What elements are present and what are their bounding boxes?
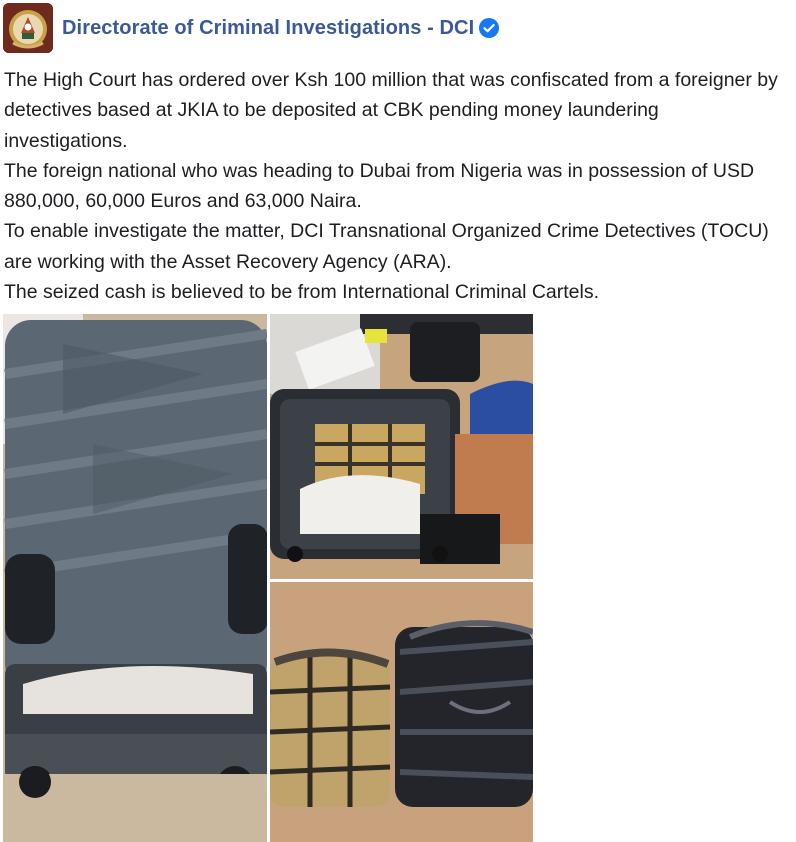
post-paragraph: The High Court has ordered over Ksh 100 … bbox=[4, 69, 778, 152]
post-header: Directorate of Criminal Investigations -… bbox=[3, 2, 500, 54]
suitcase-closed-photo[interactable] bbox=[3, 314, 267, 842]
dci-crest-icon bbox=[3, 3, 53, 53]
avatar[interactable] bbox=[3, 3, 53, 53]
post-paragraph: To enable investigate the matter, DCI Tr… bbox=[4, 220, 769, 273]
page-name-link[interactable]: Directorate of Criminal Investigations -… bbox=[62, 17, 474, 40]
open-suitcase-with-cash-photo[interactable] bbox=[270, 314, 533, 579]
post-body: The High Court has ordered over Ksh 100 … bbox=[4, 65, 784, 307]
post-paragraph: The seized cash is believed to be from I… bbox=[4, 281, 600, 304]
post-paragraph: The foreign national who was heading to … bbox=[4, 159, 755, 213]
verified-badge-icon bbox=[479, 18, 500, 38]
wrapped-cash-bundles-photo[interactable] bbox=[270, 582, 533, 842]
